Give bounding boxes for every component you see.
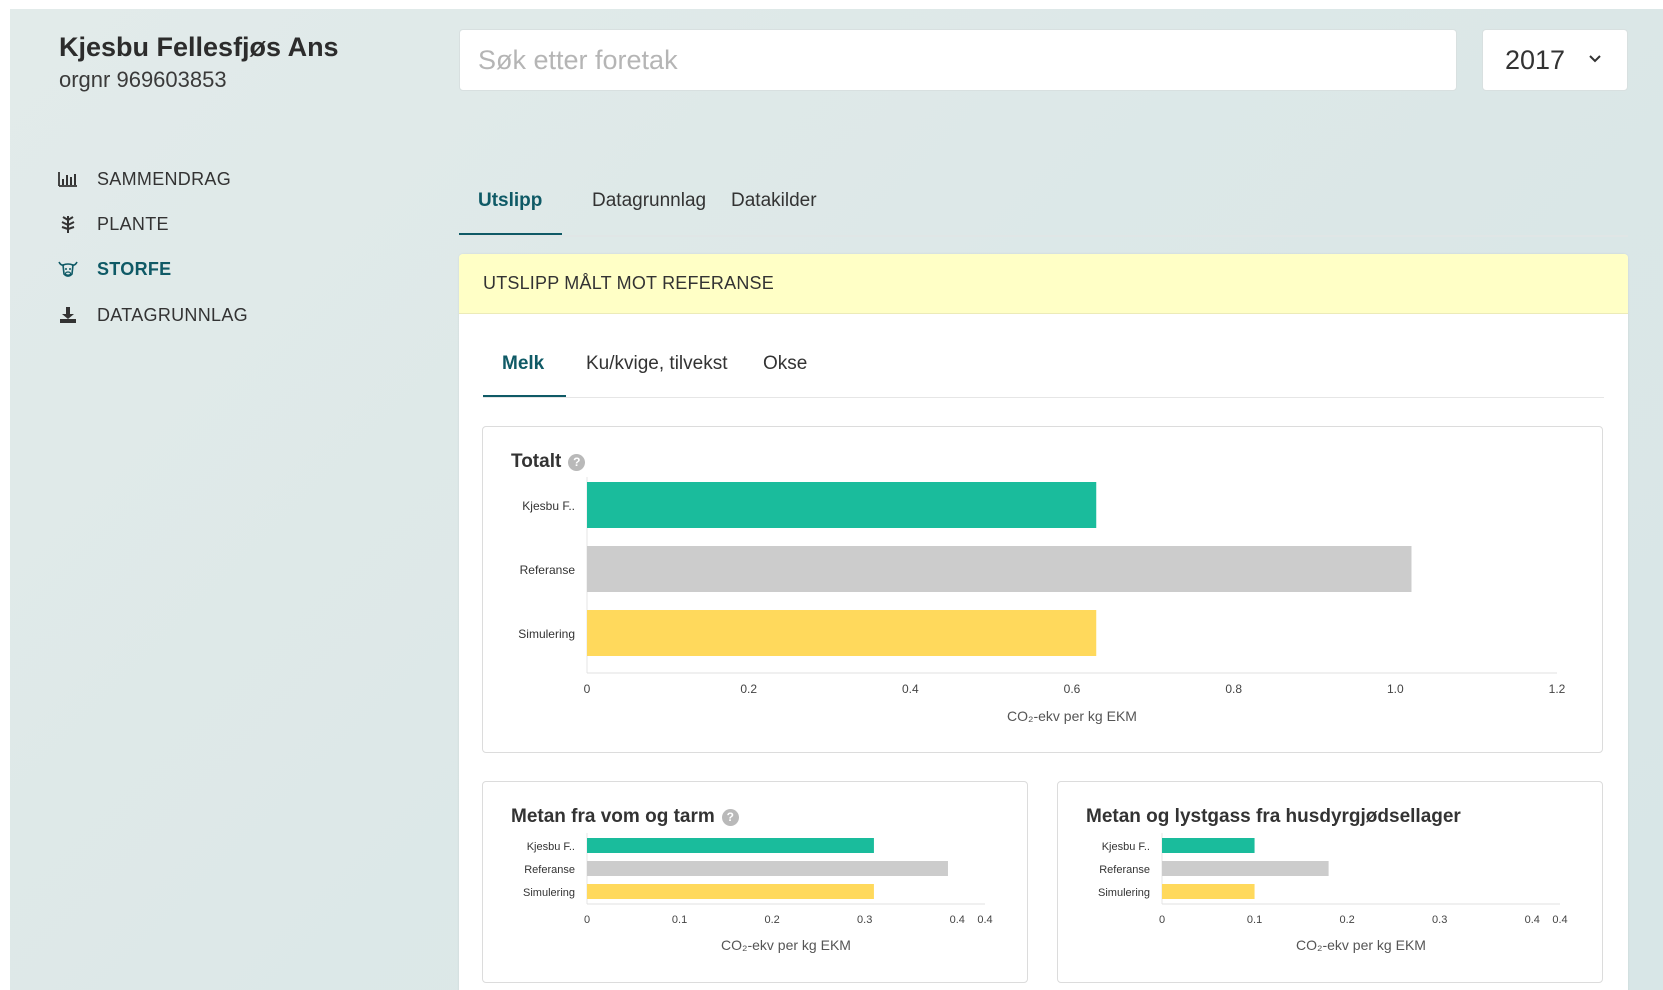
category-label: Kjesbu F.. [527,841,575,853]
category-label: Referanse [1099,864,1150,876]
x-tick-label: 0.2 [740,682,757,696]
main-tabs: Utslipp Datagrunnlag Datakilder [459,181,1628,237]
x-tick-label: 0.1 [1247,914,1262,926]
chart-card-enteric-methane: Metan fra vom og tarm ? Kjesbu F.. Refera… [482,781,1028,983]
year-select[interactable]: 2017 [1482,29,1628,91]
x-tick-label: 1.0 [1387,682,1404,696]
chart-bar [1162,861,1329,876]
x-tick-label: 0.2 [1339,914,1354,926]
x-tick-label: 0.4 [1525,914,1540,926]
sidebar-item-label: STORFE [97,258,172,279]
x-tick-label: 0 [1159,914,1165,926]
x-tick-label: 1.2 [1549,682,1566,696]
sidebar-item-sammendrag[interactable]: SAMMENDRAG [57,168,231,190]
panel-header: UTSLIPP MÅLT MOT REFERANSE [459,254,1628,314]
tab-datagrunnlag[interactable]: Datagrunnlag [592,181,706,235]
cow-icon [57,258,79,280]
sidebar-item-storfe[interactable]: STORFE [57,258,171,280]
x-axis-label: CO₂-ekv per kg EKM [721,937,851,953]
chart-bar [1162,884,1255,899]
chart-bar [1162,838,1255,853]
x-axis-label: CO₂-ekv per kg EKM [1007,708,1137,724]
year-value: 2017 [1505,44,1566,75]
category-label: Referanse [524,864,575,876]
chart-card-total: Totalt ? Kjesbu F.. Referanse Simulering 0 0… [482,426,1603,753]
tab-datakilder[interactable]: Datakilder [731,181,817,235]
x-tick-label: 0.3 [857,914,872,926]
x-tick-label: 0.4 [977,914,992,926]
category-label: Kjesbu F.. [522,499,575,513]
tab-melk[interactable]: Melk [483,347,566,397]
x-tick-label: 0.4 [950,914,965,926]
sidebar-item-label: PLANTE [97,213,169,234]
x-tick-label: 0.2 [764,914,779,926]
x-tick-label: 0.8 [1225,682,1242,696]
sidebar-item-label: SAMMENDRAG [97,168,232,189]
x-tick-label: 0 [584,682,591,696]
category-label: Kjesbu F.. [1102,841,1150,853]
app-background: Kjesbu Fellesfjøs Ans orgnr 969603853 20… [10,9,1663,990]
chart-bar [587,482,1097,528]
manure-storage-bar-chart: Kjesbu F.. Referanse Simulering 0 0.1 0.2 0.3 0… [1098,833,1568,953]
enteric-methane-bar-chart: Kjesbu F.. Referanse Simulering 0 0.1 0.2 0.3 0… [523,833,993,953]
plant-icon [57,213,79,235]
download-icon [57,304,79,326]
bar-chart-icon [57,168,79,190]
chart-bar [587,610,1097,656]
tab-ku-kvige-tilvekst[interactable]: Ku/kvige, tilvekst [586,347,728,397]
company-name: Kjesbu Fellesfjøs Ans [59,32,339,62]
chart-bar [587,838,874,853]
x-tick-label: 0.4 [1552,914,1567,926]
category-label: Simulering [518,627,575,641]
x-tick-label: 0.6 [1064,682,1081,696]
x-tick-label: 0 [584,914,590,926]
chart-bar [587,861,948,876]
category-label: Simulering [523,887,575,899]
chart-bar [587,884,874,899]
tab-okse[interactable]: Okse [763,347,807,397]
sidebar-item-datagrunnlag[interactable]: DATAGRUNNLAG [57,304,248,326]
org-number: orgnr 969603853 [59,67,227,92]
tab-utslipp[interactable]: Utslipp [459,181,562,235]
sidebar-item-label: DATAGRUNNLAG [97,304,248,325]
x-axis-label: CO₂-ekv per kg EKM [1296,937,1426,953]
emissions-panel: UTSLIPP MÅLT MOT REFERANSE Melk Ku/kvige… [459,254,1628,990]
x-tick-label: 0.4 [902,682,919,696]
chevron-down-icon [1589,55,1601,63]
category-label: Simulering [1098,887,1150,899]
company-search-input[interactable] [459,29,1457,91]
sidebar-item-plante[interactable]: PLANTE [57,213,169,235]
chart-bar [587,546,1412,592]
chart-card-manure-storage: Metan og lystgass fra husdyrgjødsellager… [1057,781,1603,983]
x-tick-label: 0.1 [672,914,687,926]
product-tabs: Melk Ku/kvige, tilvekst Okse [483,347,1604,398]
total-bar-chart: Kjesbu F.. Referanse Simulering 0 0.2 0.4 0.6 0… [518,477,1566,724]
category-label: Referanse [520,563,576,577]
x-tick-label: 0.3 [1432,914,1447,926]
